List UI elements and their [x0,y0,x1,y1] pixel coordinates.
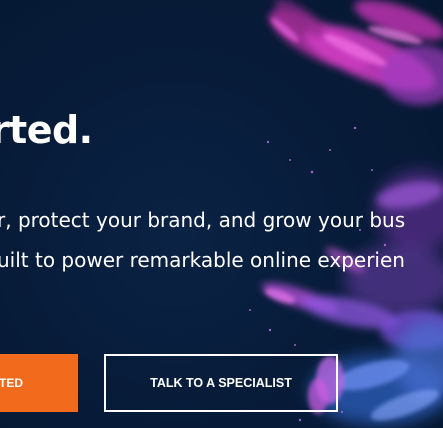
get-started-button-label: TED [0,376,23,390]
talk-to-specialist-button-label: TALK TO A SPECIALIST [150,376,292,390]
hero-description-line-1: r, protect your brand, and grow your bus [0,208,406,232]
hero-description: r, protect your brand, and grow your bus… [0,200,405,280]
hero-section: tarted. r, protect your brand, and grow … [0,0,443,428]
get-started-button[interactable]: TED [0,354,78,412]
hero-description-line-2: uilt to power remarkable online experien [0,248,405,272]
hero-headline: tarted. [0,108,93,152]
talk-to-specialist-button[interactable]: TALK TO A SPECIALIST [104,354,338,412]
